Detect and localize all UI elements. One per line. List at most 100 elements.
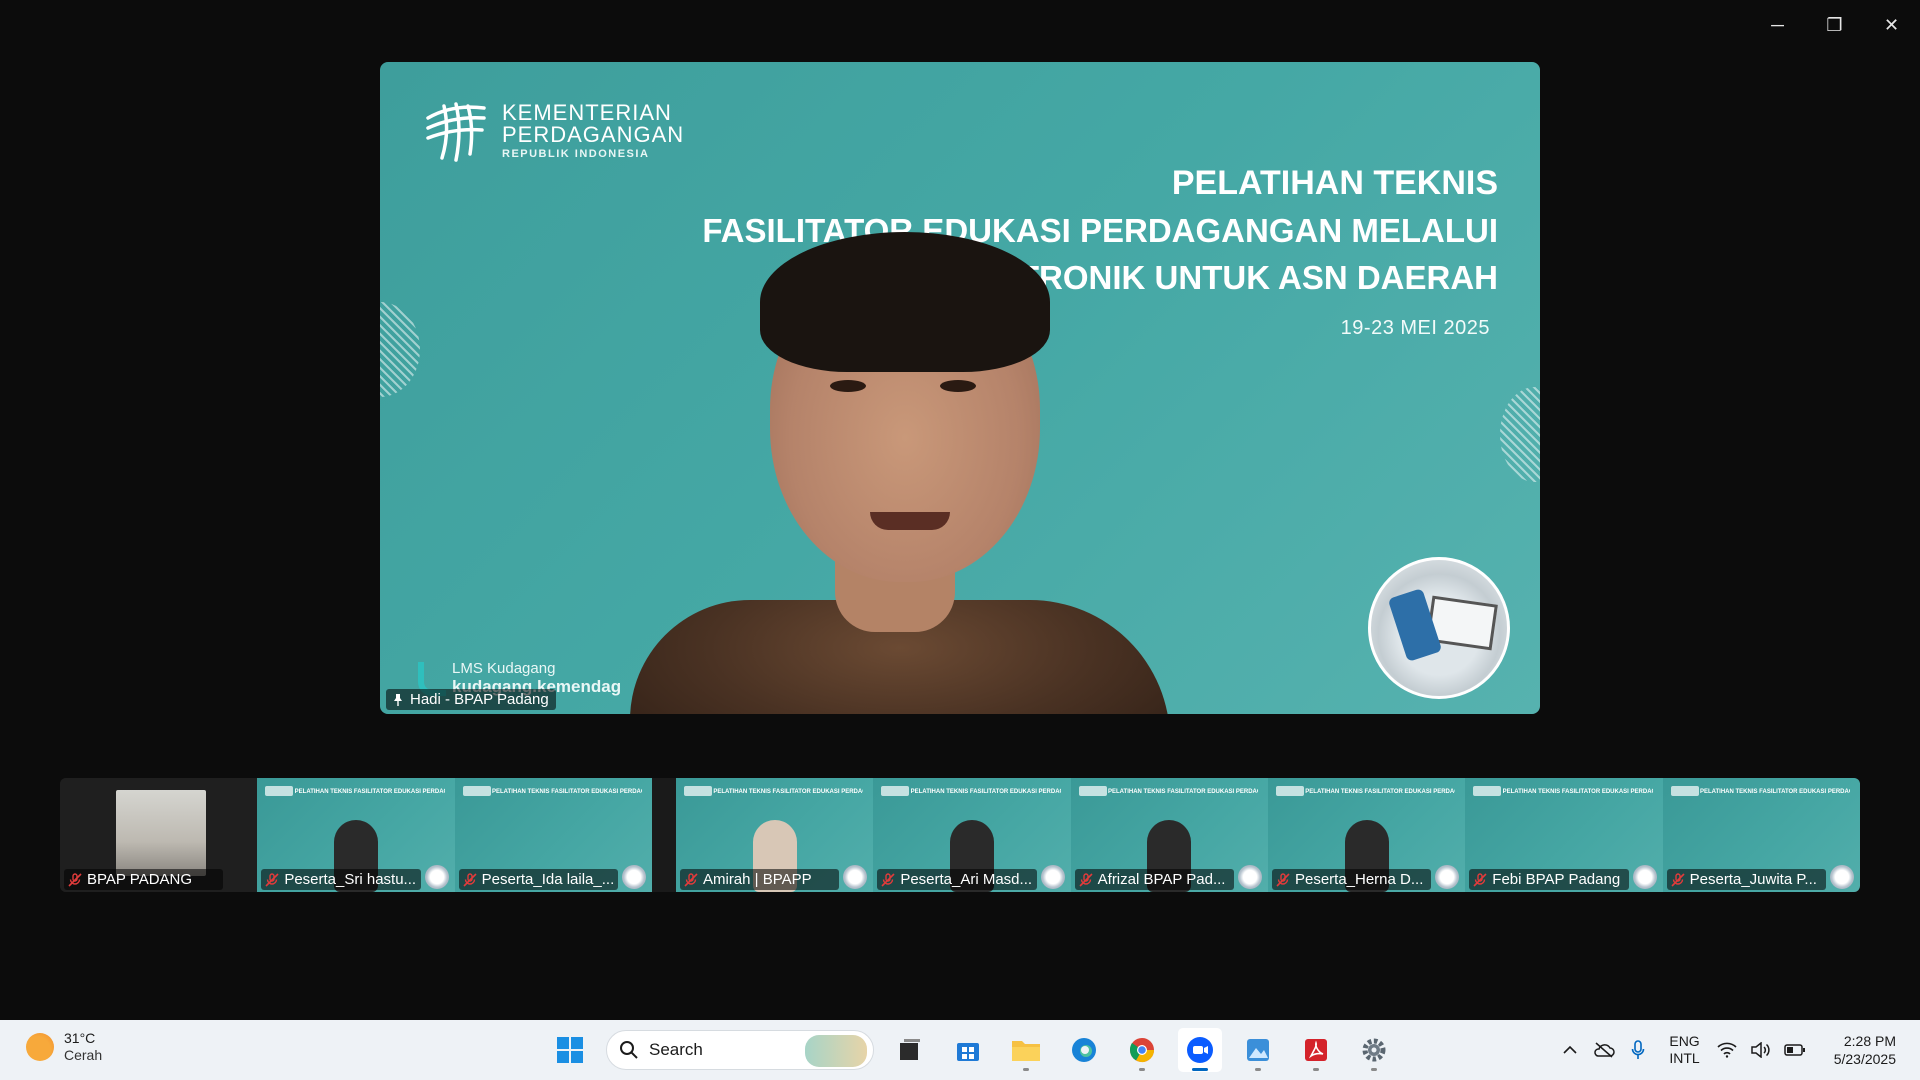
muted-microphone-icon: [1473, 872, 1487, 887]
weather-widget[interactable]: 31°C Cerah: [26, 1030, 102, 1064]
participant-name: Amirah | BPAPP: [702, 871, 812, 888]
participant-video-thumbnail: [116, 790, 206, 876]
participant-name: Febi BPAP Padang: [1492, 871, 1621, 888]
mini-slide-title: PELATIHAN TEKNIS FASILITATOR EDUKASI PER…: [1699, 789, 1850, 795]
participant-name-tag: Peserta_Sri hastu...: [261, 869, 421, 890]
windows-logo-icon: [557, 1037, 583, 1063]
participant-tile[interactable]: PELATIHAN TEKNIS FASILITATOR EDUKASI PER…: [675, 778, 874, 892]
participant-avatar-icon: [621, 865, 646, 889]
volume-icon[interactable]: [1744, 1020, 1778, 1080]
participant-name: Peserta_Ari Masd...: [900, 871, 1033, 888]
taskbar-acrobat[interactable]: [1294, 1028, 1338, 1072]
participant-tile[interactable]: PELATIHAN TEKNIS FASILITATOR EDUKASI PER…: [454, 778, 652, 892]
keyboard-layout: INTL: [1669, 1050, 1700, 1066]
input-language-indicator[interactable]: ENG INTL: [1669, 1033, 1699, 1067]
show-hidden-icons-chevron-icon[interactable]: [1553, 1020, 1587, 1080]
strip-gap: [651, 778, 676, 892]
muted-microphone-icon: [463, 872, 477, 887]
participant-avatar-icon: [1040, 865, 1065, 889]
partly-sunny-icon: [26, 1033, 54, 1061]
close-button[interactable]: ✕: [1863, 0, 1920, 50]
logo-line-2: PERDAGANGAN: [502, 122, 685, 147]
edge-browser-icon: [1072, 1038, 1096, 1062]
microphone-icon[interactable]: [1621, 1020, 1655, 1080]
mini-slide-title: PELATIHAN TEKNIS FASILITATOR EDUKASI PER…: [491, 789, 642, 795]
language-code: ENG: [1669, 1033, 1700, 1049]
taskbar: 31°C Cerah Search ENG INTL 2:28 PM 5/23/…: [0, 1020, 1920, 1080]
taskbar-photos[interactable]: [1236, 1028, 1280, 1072]
mini-ministry-logo-icon: [1473, 786, 1502, 796]
participant-name: Peserta_Juwita P...: [1689, 871, 1817, 888]
taskbar-clock[interactable]: 2:28 PM 5/23/2025: [1834, 1032, 1896, 1068]
slide-date: 19-23 MEI 2025: [1340, 317, 1490, 339]
taskbar-file-explorer[interactable]: [1004, 1028, 1048, 1072]
participant-name-tag: Peserta_Juwita P...: [1666, 869, 1826, 890]
search-label: Search: [649, 1040, 703, 1059]
participant-name-tag: Febi BPAP Padang: [1469, 869, 1629, 890]
participant-name-tag: Peserta_Herna D...: [1271, 869, 1432, 890]
participant-avatar-icon: [1632, 865, 1657, 889]
cloud-offline-icon[interactable]: [1587, 1020, 1621, 1080]
system-tray: ENG INTL 2:28 PM 5/23/2025: [1553, 1020, 1920, 1080]
main-speaker-video[interactable]: KEMENTERIAN PERDAGANGAN REPUBLIK INDONES…: [380, 62, 1540, 714]
participant-tile[interactable]: PELATIHAN TEKNIS FASILITATOR EDUKASI PER…: [873, 778, 1071, 892]
participant-name: Peserta_Sri hastu...: [284, 871, 417, 888]
participant-tile[interactable]: PELATIHAN TEKNIS FASILITATOR EDUKASI PER…: [257, 778, 455, 892]
participant-tile[interactable]: BPAP PADANG: [60, 778, 258, 892]
participant-name-tag: Peserta_Ida laila_...: [458, 869, 618, 890]
muted-microphone-icon: [1276, 872, 1290, 887]
decorative-pattern-right: [1500, 387, 1540, 482]
device-illustration: [1368, 557, 1510, 699]
mini-slide-title: PELATIHAN TEKNIS FASILITATOR EDUKASI PER…: [294, 789, 445, 795]
muted-microphone-icon: [1079, 872, 1093, 887]
participant-tile[interactable]: PELATIHAN TEKNIS FASILITATOR EDUKASI PER…: [1465, 778, 1663, 892]
task-view-button[interactable]: [888, 1028, 932, 1072]
wifi-icon[interactable]: [1710, 1020, 1744, 1080]
participant-avatar-icon: [424, 865, 449, 889]
battery-icon[interactable]: [1778, 1020, 1812, 1080]
photos-app-icon: [1247, 1039, 1269, 1061]
participant-name: Peserta_Ida laila_...: [481, 871, 615, 888]
mini-ministry-logo-icon: [462, 786, 491, 796]
participant-tile[interactable]: PELATIHAN TEKNIS FASILITATOR EDUKASI PER…: [1267, 778, 1466, 892]
folder-icon: [1012, 1041, 1040, 1061]
taskbar-edge[interactable]: [1062, 1028, 1106, 1072]
restore-button[interactable]: ❐: [1806, 0, 1863, 50]
participant-avatar-icon: [1435, 865, 1460, 889]
participant-avatar-icon: [1829, 865, 1854, 889]
mini-slide-title: PELATIHAN TEKNIS FASILITATOR EDUKASI PER…: [1502, 789, 1653, 795]
ministry-emblem-icon: [426, 102, 486, 162]
taskbar-settings[interactable]: [1352, 1028, 1396, 1072]
mini-slide-title: PELATIHAN TEKNIS FASILITATOR EDUKASI PER…: [1305, 789, 1455, 795]
participant-avatar-icon: [843, 865, 868, 889]
mini-slide-title: PELATIHAN TEKNIS FASILITATOR EDUKASI PER…: [1107, 789, 1258, 795]
presenter-name: Hadi - BPAP Padang: [410, 691, 549, 708]
muted-microphone-icon: [1671, 872, 1685, 887]
minimize-button[interactable]: ─: [1749, 0, 1806, 50]
participant-strip: BPAP PADANG PELATIHAN TEKNIS FASILITATOR …: [60, 778, 1860, 892]
participant-name-tag: Peserta_Ari Masd...: [877, 869, 1037, 890]
weather-condition: Cerah: [64, 1047, 103, 1063]
participant-name: Afrizal BPAP Pad...: [1097, 871, 1226, 888]
slide-title-line-1: PELATIHAN TEKNIS: [1171, 164, 1498, 202]
participant-avatar-icon: [1237, 865, 1262, 889]
muted-microphone-icon: [881, 872, 895, 887]
taskbar-zoom[interactable]: [1178, 1028, 1222, 1072]
muted-microphone-icon: [265, 872, 279, 887]
start-button[interactable]: [548, 1028, 592, 1072]
logo-line-1: KEMENTERIAN: [502, 100, 672, 125]
pin-icon: [394, 693, 402, 706]
chrome-browser-icon: [1129, 1038, 1154, 1063]
zoom-app-icon: [1187, 1037, 1213, 1063]
taskbar-chrome[interactable]: [1120, 1028, 1164, 1072]
mini-ministry-logo-icon: [683, 786, 712, 796]
participant-tile[interactable]: PELATIHAN TEKNIS FASILITATOR EDUKASI PER…: [1070, 778, 1268, 892]
ministry-logo: KEMENTERIAN PERDAGANGAN REPUBLIK INDONES…: [422, 98, 684, 164]
microsoft-store-icon: [957, 1043, 979, 1061]
taskbar-app-store[interactable]: [946, 1028, 990, 1072]
mini-ministry-logo-icon: [881, 786, 910, 796]
participant-tile[interactable]: PELATIHAN TEKNIS FASILITATOR EDUKASI PER…: [1662, 778, 1860, 892]
logo-line-3: REPUBLIK INDONESIA: [502, 148, 650, 160]
taskbar-search[interactable]: Search: [606, 1030, 874, 1070]
task-view-icon: [900, 1039, 920, 1060]
